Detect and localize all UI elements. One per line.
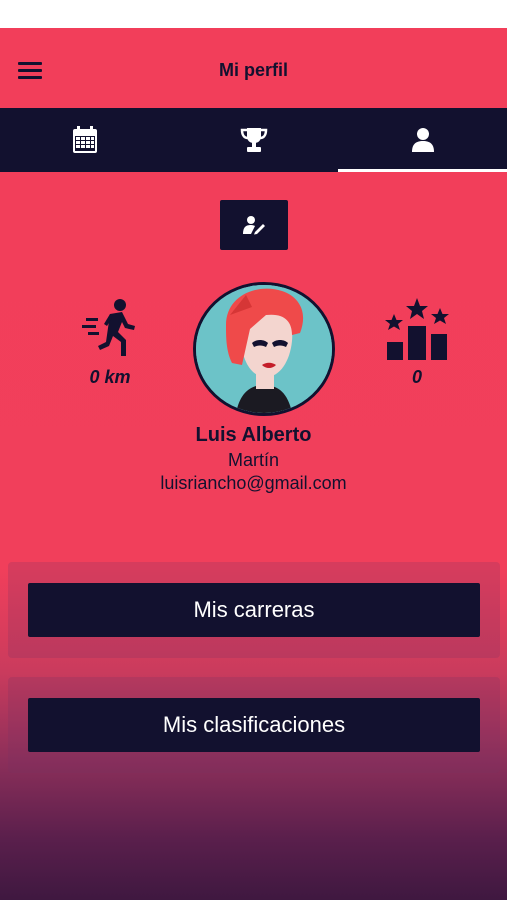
- edit-profile-button[interactable]: [220, 200, 288, 250]
- distance-value: 0 km: [89, 367, 131, 387]
- races-card: Mis carreras: [8, 562, 500, 658]
- calendar-icon: [72, 126, 97, 153]
- app-header: Mi perfil: [0, 28, 507, 108]
- avatar[interactable]: [193, 282, 335, 416]
- rankings-value: 0: [411, 367, 422, 387]
- user-avatar-illustration: [196, 285, 332, 413]
- tab-bar: [0, 108, 507, 172]
- my-classifications-button[interactable]: Mis clasificaciones: [28, 698, 480, 752]
- tab-profile[interactable]: [338, 108, 507, 172]
- trophy-icon: [240, 128, 267, 152]
- tab-trophy[interactable]: [169, 108, 338, 172]
- tab-calendar[interactable]: [0, 108, 169, 172]
- user-last-name: Martín: [227, 450, 279, 470]
- distance-stat: 0 km: [74, 298, 146, 388]
- user-icon: [411, 128, 434, 152]
- my-races-button[interactable]: Mis carreras: [28, 583, 480, 637]
- edit-user-icon: [243, 216, 265, 235]
- app-screen: Mi perfil 0 km 0 Luis Alberto Martín lui…: [0, 28, 507, 900]
- classifications-card: Mis clasificaciones: [8, 677, 500, 773]
- user-email: luisriancho@gmail.com: [160, 473, 347, 493]
- running-person-icon: [82, 299, 135, 356]
- page-title: Mi perfil: [218, 60, 288, 80]
- ranking-stat: 0: [380, 298, 454, 388]
- user-first-name: Luis Alberto: [195, 424, 312, 446]
- ranking-stars-icon: [385, 298, 449, 360]
